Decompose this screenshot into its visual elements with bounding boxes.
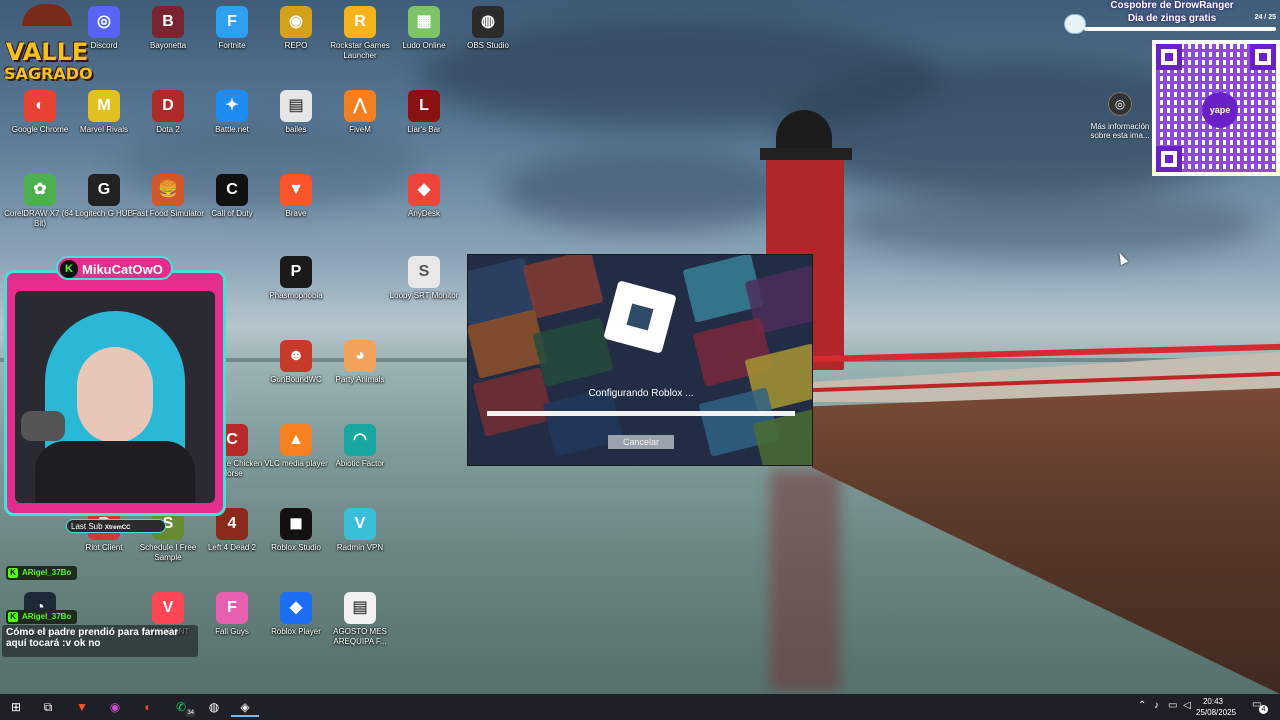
fall-guys-icon: F — [216, 592, 248, 624]
desktop-icon[interactable]: ▼ Brave — [256, 170, 336, 250]
goal-widget: Cospobre de DrowRanger Dia de zings grat… — [1064, 0, 1280, 38]
yape-logo-icon: yape — [1202, 92, 1238, 128]
goal-subtitle: Dia de zings gratis — [1127, 13, 1217, 24]
discord-icon: ◎ — [88, 6, 120, 38]
desktop-icon[interactable]: L Liar's Bar — [384, 86, 464, 166]
desktop-icon-label: Loopy SRT Monitor — [389, 291, 459, 300]
goal-count: 24 / 25 — [1254, 14, 1276, 21]
roblox-player-icon: ◆ — [280, 592, 312, 624]
goal-progress-bar — [1084, 27, 1276, 31]
chat-username: K ARigel_37Bo — [6, 610, 78, 624]
obs-studio-icon: ◍ — [472, 6, 504, 38]
wallpaper-info-label: Más información sobre esta ima... — [1090, 122, 1150, 140]
kick-logo-icon: K — [8, 568, 18, 578]
desktop-icon[interactable]: S Loopy SRT Monitor — [384, 252, 464, 332]
party-animals-icon: ◕ — [344, 340, 376, 372]
desktop-icon[interactable]: ◕ Party Animals — [320, 336, 400, 416]
chevron-up-icon[interactable]: ⌃ — [1138, 700, 1146, 711]
notification-badge: 4 — [1259, 705, 1268, 714]
ludo-online-icon: ▦ — [408, 6, 440, 38]
brave-icon: ▼ — [280, 174, 312, 206]
call-of-duty-icon: C — [216, 174, 248, 206]
task-view-button[interactable]: ⧉ — [34, 697, 62, 717]
desktop-icon[interactable]: ◆ AnyDesk — [384, 170, 464, 250]
desktop-icon[interactable]: ▤ AGOSTO MES AREQUIPA F... — [320, 588, 400, 668]
agosto-mes-arequipa-f-icon: ▤ — [344, 592, 376, 624]
roblox-studio-icon: ◼ — [280, 508, 312, 540]
desktop-icon-label: Brave — [285, 209, 307, 218]
progress-bar — [487, 411, 795, 416]
taskbar: ⊞ ⧉ ▼ ◉ ◐ ✆ 34 ◍ ◈ ⌃ ♪ ▭ ◁ 20:43 25/08/20… — [0, 694, 1280, 720]
chrome-taskbar-icon[interactable]: ◐ — [134, 697, 162, 717]
dialog-status-text: Configurando Roblox ... — [588, 388, 694, 399]
app-taskbar-icon[interactable]: ◉ — [101, 697, 129, 717]
wallpaper-info-button[interactable]: ◎ Más información sobre esta ima... — [1088, 92, 1152, 140]
fivem-icon: ⋀ — [344, 90, 376, 122]
fortnite-icon: F — [216, 6, 248, 38]
start-button[interactable]: ⊞ — [2, 697, 30, 717]
marvel-rivals-icon: M — [88, 90, 120, 122]
repo-icon: ◉ — [280, 6, 312, 38]
cat-icon — [1064, 14, 1086, 34]
bayonetta-icon: B — [152, 6, 184, 38]
brave-taskbar-icon[interactable]: ▼ — [68, 697, 96, 717]
progress-fill — [487, 411, 795, 416]
chat-username: K ARigel_37Bo — [6, 566, 78, 580]
cancel-button[interactable]: Cancelar — [608, 435, 674, 449]
clock-time: 20:43 — [1202, 697, 1224, 706]
camera-icon: ◎ — [1108, 92, 1132, 116]
webcam-overlay — [4, 270, 226, 516]
anydesk-icon: ◆ — [408, 174, 440, 206]
network-icon[interactable]: ▭ — [1168, 700, 1177, 711]
desktop-icon-label: AGOSTO MES AREQUIPA F... — [333, 627, 387, 646]
dota-2-icon: D — [152, 90, 184, 122]
valorant-icon: V — [152, 592, 184, 624]
desktop-icon-label: Phasmophobia — [269, 291, 323, 300]
desktop-icon-label: Party Animals — [335, 375, 385, 384]
desktop-icon[interactable]: ◠ Abiotic Factor — [320, 420, 400, 500]
streamer-name-tag: K MikuCatOwO — [56, 256, 173, 280]
liar-s-bar-icon: L — [408, 90, 440, 122]
radmin-vpn-icon: V — [344, 508, 376, 540]
desktop-icon-label: Abiotic Factor — [335, 459, 385, 468]
volume-icon[interactable]: ◁ — [1183, 700, 1191, 711]
whatsapp-badge: 34 — [186, 710, 195, 717]
abiotic-factor-icon: ◠ — [344, 424, 376, 456]
clock[interactable]: 20:43 25/08/2025 — [1196, 696, 1237, 718]
last-sub-banner: Last Sub XtremCC — [66, 519, 166, 533]
bailes-icon: ▤ — [280, 90, 312, 122]
desktop-icon[interactable]: V Radmin VPN — [320, 504, 400, 584]
obs-taskbar-icon[interactable]: ◍ — [200, 697, 228, 717]
gunboundwc-icon: ☻ — [280, 340, 312, 372]
logitech-g-hub-icon: G — [88, 174, 120, 206]
desktop-icon[interactable]: P Phasmophobia — [256, 252, 336, 332]
desktop-icon-label: OBS Studio — [467, 41, 509, 50]
kick-logo-icon: K — [8, 612, 18, 622]
rockstar-games-launcher-icon: R — [344, 6, 376, 38]
microphone-icon[interactable]: ♪ — [1154, 700, 1159, 711]
roblox-installer-dialog[interactable]: Configurando Roblox ... Cancelar — [467, 254, 813, 466]
loopy-srt-monitor-icon: S — [408, 256, 440, 288]
vlc-media-player-icon: ▲ — [280, 424, 312, 456]
valle-sagrado-logo: VALLE SAGRADO — [4, 4, 93, 90]
phasmophobia-icon: P — [280, 256, 312, 288]
desktop-icon-label: Liar's Bar — [407, 125, 441, 134]
yape-qr-code: yape — [1152, 40, 1280, 176]
chat-message: Cómo el padre prendió para farmear aquí … — [2, 625, 198, 657]
goal-title: Cospobre de DrowRanger — [1110, 0, 1234, 11]
coreldraw-x7-64-bit-icon: ✿ — [24, 174, 56, 206]
desktop-icon[interactable]: ◍ OBS Studio — [448, 2, 528, 82]
desktop-icon-label: Radmin VPN — [336, 543, 384, 552]
roblox-taskbar-icon[interactable]: ◈ — [231, 697, 259, 717]
fast-food-simulator-icon: 🍔 — [152, 174, 184, 206]
microphone-icon — [21, 411, 65, 441]
clock-date: 25/08/2025 — [1196, 708, 1237, 717]
kick-logo-icon: K — [60, 260, 78, 278]
battle-net-icon: ✦ — [216, 90, 248, 122]
google-chrome-icon: ◐ — [24, 90, 56, 122]
desktop-icon-label: AnyDesk — [407, 209, 440, 218]
whatsapp-taskbar-icon[interactable]: ✆ 34 — [167, 697, 195, 717]
